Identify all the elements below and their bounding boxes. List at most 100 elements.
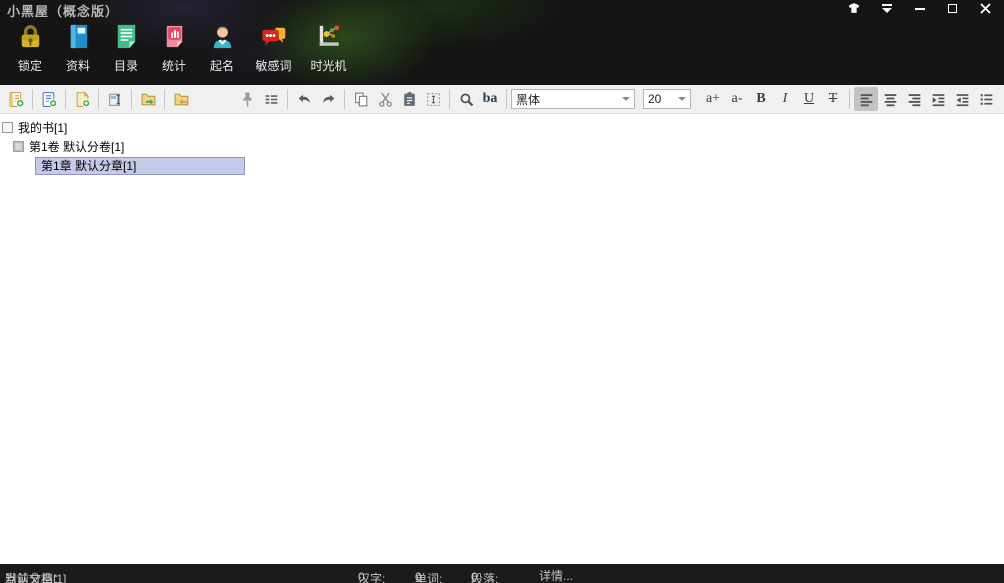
italic-icon: I bbox=[783, 91, 788, 107]
align-left-button[interactable] bbox=[854, 87, 878, 111]
avatar-icon bbox=[207, 21, 238, 52]
separator bbox=[506, 89, 507, 109]
pin-button[interactable] bbox=[235, 87, 259, 111]
current-document-value: 默认分章[1] bbox=[5, 570, 66, 583]
tree-item-label[interactable]: 第1卷 默认分卷[1] bbox=[29, 138, 124, 155]
title-bar: 小黑屋（概念版） bbox=[0, 0, 1004, 85]
list-button[interactable] bbox=[974, 87, 998, 111]
close-icon bbox=[980, 3, 991, 14]
collapse-icon bbox=[882, 4, 892, 13]
materials-button[interactable]: 资料 bbox=[54, 18, 102, 80]
sensitive-words-button[interactable]: 敏感词 bbox=[246, 18, 301, 80]
align-left-icon bbox=[858, 91, 875, 108]
time-machine-label: 时光机 bbox=[310, 57, 346, 74]
lock-icon bbox=[15, 21, 46, 52]
new-chapter-button[interactable] bbox=[70, 87, 94, 111]
catalog-button[interactable]: 目录 bbox=[102, 18, 150, 80]
select-all-button[interactable] bbox=[421, 87, 445, 111]
new-book-button[interactable] bbox=[4, 87, 28, 111]
edit-toolbar: ba 黑体 20 a+ a- B I U T bbox=[0, 85, 1004, 114]
decrease-indent-button[interactable] bbox=[950, 87, 974, 111]
export-button[interactable] bbox=[136, 87, 160, 111]
cut-button[interactable] bbox=[373, 87, 397, 111]
catalog-label: 目录 bbox=[114, 57, 138, 74]
tree-item-volume[interactable]: 第1卷 默认分卷[1] bbox=[0, 137, 1004, 156]
naming-label: 起名 bbox=[210, 57, 234, 74]
font-family-select[interactable]: 黑体 bbox=[511, 89, 635, 109]
separator bbox=[32, 89, 33, 109]
bold-button[interactable]: B bbox=[749, 87, 773, 111]
statistics-button[interactable]: 统计 bbox=[150, 18, 198, 80]
new-volume-icon bbox=[41, 91, 58, 108]
close-button[interactable] bbox=[969, 0, 1002, 17]
maximize-button[interactable] bbox=[936, 0, 969, 17]
increase-indent-button[interactable] bbox=[926, 87, 950, 111]
statistics-label: 统计 bbox=[162, 57, 186, 74]
tree-item-chapter[interactable]: 第1章 默认分章[1] bbox=[0, 156, 1004, 175]
decrease-font-icon: a- bbox=[732, 91, 743, 107]
speech-bubbles-icon bbox=[258, 21, 289, 52]
replace-icon: ba bbox=[483, 91, 498, 107]
tshirt-icon bbox=[847, 3, 861, 14]
tree-item-book[interactable]: 我的书[1] bbox=[0, 118, 1004, 137]
decrease-indent-icon bbox=[954, 91, 971, 108]
separator bbox=[287, 89, 288, 109]
list-icon bbox=[978, 91, 995, 108]
view-columns-button[interactable] bbox=[259, 87, 283, 111]
status-bar: 当前文档： 默认分章[1] 汉字: 0 单词: 0 段落: 0 详情... 未锁… bbox=[0, 564, 1004, 583]
strikethrough-icon: T bbox=[829, 91, 838, 107]
catalog-icon bbox=[111, 21, 142, 52]
new-chapter-icon bbox=[74, 91, 91, 108]
redo-button[interactable] bbox=[316, 87, 340, 111]
font-size-select[interactable]: 20 bbox=[643, 89, 691, 109]
paste-icon bbox=[401, 91, 418, 108]
hanzi-value: 0 bbox=[358, 570, 365, 583]
columns-icon bbox=[263, 91, 280, 108]
align-right-button[interactable] bbox=[902, 87, 926, 111]
align-center-icon bbox=[882, 91, 899, 108]
folder-import-icon bbox=[173, 91, 190, 108]
book-icon bbox=[63, 21, 94, 52]
copy-button[interactable] bbox=[349, 87, 373, 111]
import-document-icon bbox=[107, 91, 124, 108]
skin-button[interactable] bbox=[837, 0, 870, 17]
font-family-value: 黑体 bbox=[516, 91, 622, 108]
decrease-font-button[interactable]: a- bbox=[725, 87, 749, 111]
select-all-icon bbox=[425, 91, 442, 108]
separator bbox=[131, 89, 132, 109]
main-toolbar: 锁定 资料 目录 bbox=[6, 18, 356, 80]
new-volume-button[interactable] bbox=[37, 87, 61, 111]
cut-scissors-icon bbox=[377, 91, 394, 108]
naming-button[interactable]: 起名 bbox=[198, 18, 246, 80]
collapse-button[interactable] bbox=[870, 0, 903, 17]
tree-expand-box-icon[interactable] bbox=[13, 141, 24, 152]
separator bbox=[344, 89, 345, 109]
minimize-button[interactable] bbox=[903, 0, 936, 17]
tree-item-label[interactable]: 我的书[1] bbox=[18, 119, 67, 136]
italic-button[interactable]: I bbox=[773, 87, 797, 111]
new-book-icon bbox=[8, 91, 25, 108]
strikethrough-button[interactable]: T bbox=[821, 87, 845, 111]
font-size-value: 20 bbox=[648, 92, 678, 106]
replace-button[interactable]: ba bbox=[478, 87, 502, 111]
time-machine-button[interactable]: 时光机 bbox=[301, 18, 356, 80]
paragraphs-value: 0 bbox=[471, 570, 478, 583]
search-button[interactable] bbox=[454, 87, 478, 111]
redo-icon bbox=[320, 91, 337, 108]
tree-item-selected[interactable]: 第1章 默认分章[1] bbox=[35, 157, 245, 175]
tree-expand-box-icon[interactable] bbox=[2, 122, 13, 133]
details-link[interactable]: 详情... bbox=[539, 567, 573, 583]
increase-font-button[interactable]: a+ bbox=[701, 87, 725, 111]
maximize-icon bbox=[948, 4, 957, 13]
import-document-button[interactable] bbox=[103, 87, 127, 111]
materials-label: 资料 bbox=[66, 57, 90, 74]
chevron-down-icon bbox=[678, 97, 686, 101]
undo-button[interactable] bbox=[292, 87, 316, 111]
lock-button[interactable]: 锁定 bbox=[6, 18, 54, 80]
paste-button[interactable] bbox=[397, 87, 421, 111]
separator bbox=[449, 89, 450, 109]
underline-button[interactable]: U bbox=[797, 87, 821, 111]
align-center-button[interactable] bbox=[878, 87, 902, 111]
lock-label: 锁定 bbox=[18, 57, 42, 74]
import-button[interactable] bbox=[169, 87, 193, 111]
